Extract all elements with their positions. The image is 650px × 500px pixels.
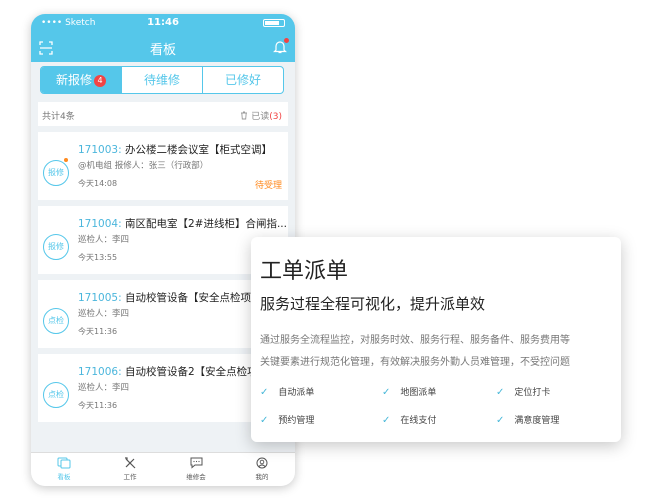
nav-label: 看板 [57, 473, 71, 481]
order-time: 今天11:36 [78, 401, 118, 410]
nav-label: 工作 [123, 473, 137, 481]
tab-label: 待维修 [143, 73, 180, 87]
check-icon: ✓ [382, 387, 391, 398]
tab-label: 新报修 [55, 73, 92, 87]
total-count: 共计4条 [42, 112, 75, 122]
nav-item-meeting[interactable]: 维修会 [163, 453, 229, 486]
check-icon: ✓ [382, 415, 391, 426]
feature-item-label: 预约管理 [278, 416, 315, 426]
status-tabs: 新报修 4 待维修 已修好 [40, 66, 284, 94]
feature-item: ✓ 自动派单 [260, 385, 314, 398]
order-number: 171003: [78, 144, 122, 156]
order-name: 自动校管设备【安全点检项目 [124, 292, 262, 304]
order-type-badge: 点检 [43, 308, 69, 334]
order-name: 自动校管设备2【安全点检项 [124, 366, 258, 378]
nav-item-board[interactable]: 看板 [31, 453, 97, 486]
check-icon: ✓ [496, 387, 505, 398]
page-title: 看板 [149, 43, 176, 58]
order-time: 今天11:36 [78, 327, 118, 336]
feature-description: 通过服务全流程监控，对服务时效、服务行程、服务备件、服务费用等 关键要素进行规范… [260, 330, 620, 374]
nav-item-work[interactable]: 工作 [97, 453, 163, 486]
feature-item-label: 地图派单 [400, 388, 437, 398]
order-title: 171003: 办公楼二楼会议室【柜式空调】 [78, 142, 288, 157]
tab-pending-repair[interactable]: 待维修 [121, 67, 202, 93]
order-time: 今天13:55 [78, 253, 118, 262]
feature-item: ✓ 满意度管理 [496, 413, 559, 426]
tab-repaired[interactable]: 已修好 [202, 67, 283, 93]
tools-icon [97, 457, 163, 471]
check-icon: ✓ [496, 415, 505, 426]
order-type-badge: 点检 [43, 382, 69, 408]
order-meta: 巡检人：李四 [78, 309, 130, 319]
order-meta: 巡检人：李四 [78, 235, 130, 245]
read-filter[interactable]: 已读(3) [240, 109, 282, 122]
order-type-badge: 报修 [43, 234, 69, 260]
nav-bar: 看板 [31, 32, 295, 62]
order-number: 171004: [78, 218, 122, 230]
clock: 11:46 [147, 17, 179, 28]
trash-icon [241, 111, 248, 120]
nav-label: 维修会 [186, 473, 206, 481]
tab-badge: 4 [94, 74, 106, 87]
order-number: 171005: [78, 292, 122, 304]
feature-item: ✓ 定位打卡 [496, 385, 550, 398]
bottom-nav: 看板 工作 维修会 我的 [31, 452, 295, 486]
read-count: (3) [269, 112, 282, 122]
nav-item-me[interactable]: 我的 [229, 453, 295, 486]
check-icon: ✓ [260, 387, 269, 398]
feature-item: ✓ 在线支付 [382, 413, 436, 426]
nav-label: 我的 [255, 473, 269, 481]
feature-item-label: 满意度管理 [514, 416, 560, 426]
chat-icon [163, 457, 229, 471]
feature-subtitle: 服务过程全程可视化，提升派单效 [260, 295, 486, 313]
description-line: 关键要素进行规范化管理，有效解决服务外勤人员难管理，不受控问题 [260, 357, 570, 368]
tab-new-repair[interactable]: 新报修 4 [41, 67, 121, 93]
order-state: 待受理 [254, 181, 282, 191]
order-meta: @机电组 报修人：张三（行政部） [78, 161, 209, 171]
user-icon [229, 457, 295, 471]
order-type-badge: 报修 [43, 160, 69, 186]
battery-icon [263, 19, 285, 27]
feature-item: ✓ 地图派单 [382, 385, 436, 398]
order-name: 南区配电室【2#进线柜】合闸指... [124, 218, 287, 230]
order-time: 今天14:08 [78, 179, 118, 188]
notification-dot [284, 38, 289, 43]
order-meta: 巡检人：李四 [78, 383, 130, 393]
order-name: 办公楼二楼会议室【柜式空调】 [124, 144, 272, 156]
feature-item-label: 自动派单 [278, 388, 315, 398]
summary-bar: 共计4条 已读(3) [38, 102, 288, 126]
feature-item-label: 定位打卡 [514, 388, 551, 398]
unread-dot [64, 158, 68, 162]
work-order-card[interactable]: 报修 171003: 办公楼二楼会议室【柜式空调】 @机电组 报修人：张三（行政… [38, 132, 288, 200]
order-number: 171006: [78, 366, 122, 378]
check-icon: ✓ [260, 415, 269, 426]
feature-item-label: 在线支付 [400, 416, 437, 426]
feature-title: 工单派单 [260, 259, 349, 284]
read-label: 已读 [251, 112, 270, 122]
feature-item: ✓ 预约管理 [260, 413, 314, 426]
bell-icon[interactable] [273, 38, 289, 58]
description-line: 通过服务全流程监控，对服务时效、服务行程、服务备件、服务费用等 [260, 335, 570, 346]
order-title: 171004: 南区配电室【2#进线柜】合闸指... [78, 216, 288, 231]
tab-label: 已修好 [224, 73, 261, 87]
board-icon [31, 457, 97, 471]
status-bar: •••• Sketch 11:46 [31, 14, 295, 32]
feature-card: 工单派单 服务过程全程可视化，提升派单效 通过服务全流程监控，对服务时效、服务行… [251, 237, 621, 442]
